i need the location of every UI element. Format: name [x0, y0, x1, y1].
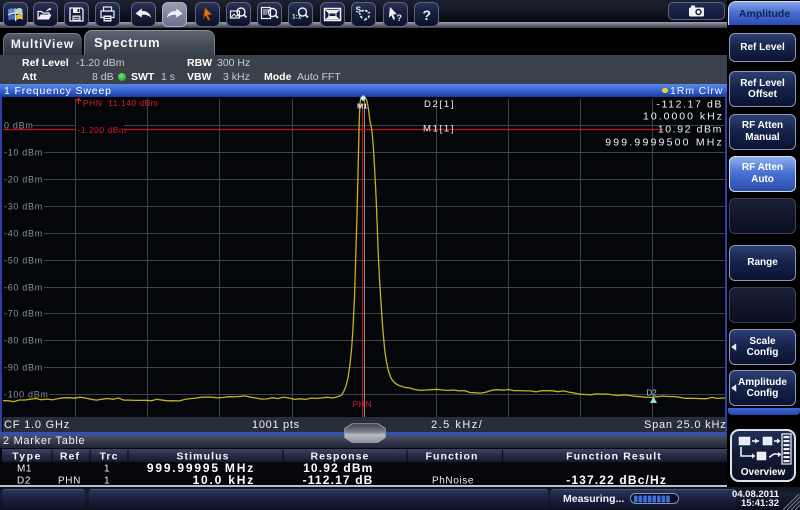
svg-text:M1[1]: M1[1] — [423, 124, 455, 135]
svg-text:D2[1]: D2[1] — [424, 99, 455, 110]
svg-text:D2: D2 — [647, 389, 658, 398]
svg-text:-1.200 dBm: -1.200 dBm — [78, 125, 127, 135]
svg-text:Type: Type — [12, 450, 42, 462]
svg-text:M1: M1 — [357, 102, 367, 111]
svg-text:PHN: PHN — [353, 399, 373, 409]
svg-text:Stimulus: Stimulus — [176, 450, 229, 462]
svg-text:10.92 dBm: 10.92 dBm — [658, 124, 723, 136]
svg-text:-112.17 dB: -112.17 dB — [656, 99, 723, 111]
svg-text:-50 dBm: -50 dBm — [4, 256, 43, 266]
svg-text:-100 dBm: -100 dBm — [4, 390, 49, 400]
svg-text:-10 dBm: -10 dBm — [4, 148, 43, 158]
svg-text:Response: Response — [311, 450, 370, 462]
svg-text:-20 dBm: -20 dBm — [4, 175, 43, 185]
svg-text:-40 dBm: -40 dBm — [4, 229, 43, 239]
svg-text:-80 dBm: -80 dBm — [4, 336, 43, 346]
svg-text:10.0000 kHz: 10.0000 kHz — [643, 111, 724, 123]
svg-text:Function: Function — [425, 450, 478, 462]
svg-text:-30 dBm: -30 dBm — [4, 202, 43, 212]
svg-text:Trc: Trc — [99, 450, 118, 462]
svg-text:PHN 11.140 dBm: PHN 11.140 dBm — [83, 98, 158, 108]
svg-text:-90 dBm: -90 dBm — [4, 363, 43, 373]
svg-text:Ref: Ref — [60, 450, 80, 462]
svg-text:999.9999500 MHz: 999.9999500 MHz — [605, 136, 724, 148]
svg-text:Function Result: Function Result — [566, 450, 662, 462]
svg-text:1: 1 — [104, 464, 110, 475]
svg-text:-70 dBm: -70 dBm — [4, 309, 43, 319]
svg-text:M1: M1 — [17, 464, 32, 475]
svg-text:-60 dBm: -60 dBm — [4, 283, 43, 293]
